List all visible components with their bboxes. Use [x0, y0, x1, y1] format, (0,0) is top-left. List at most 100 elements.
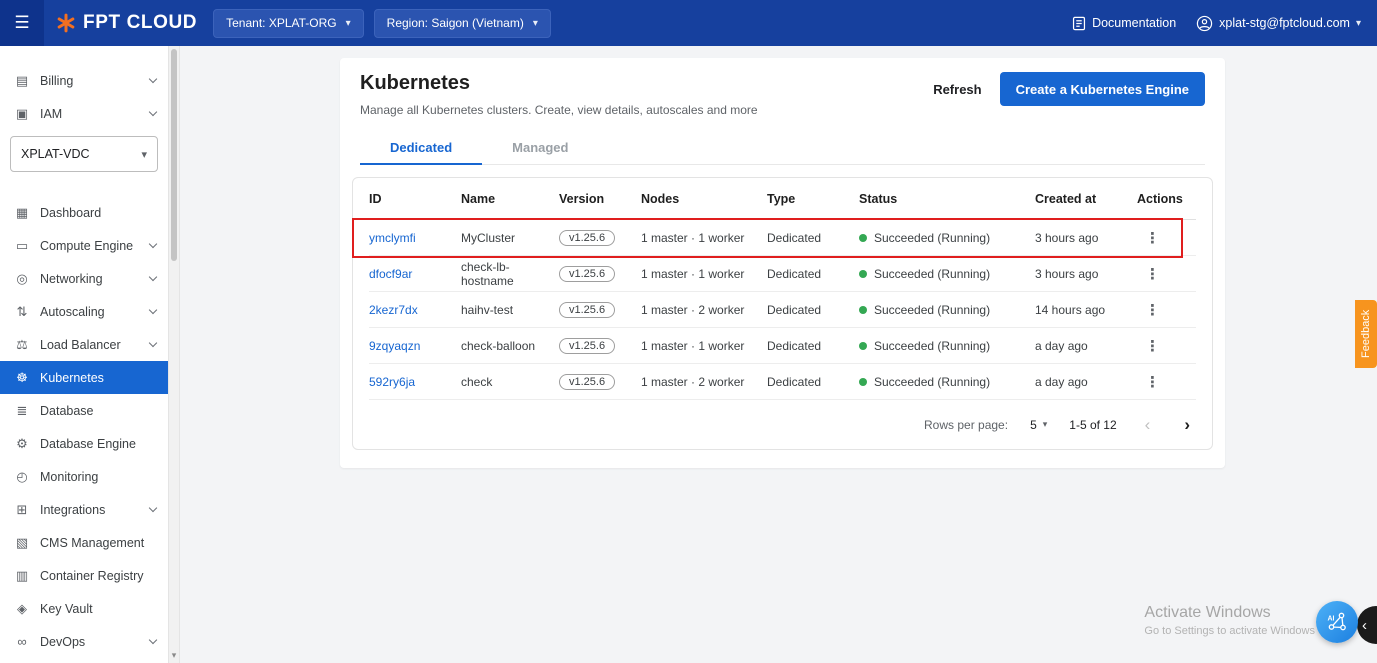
cluster-name: check-lb-hostname — [461, 259, 514, 288]
created-at-cell: 3 hours ago — [1035, 230, 1099, 245]
sidebar-item-key-vault[interactable]: ◈ Key Vault — [0, 592, 168, 625]
scrollbar-thumb[interactable] — [171, 49, 177, 261]
documentation-link[interactable]: Documentation — [1072, 16, 1176, 31]
cluster-id-link[interactable]: dfocf9ar — [369, 267, 461, 281]
type-cell: Dedicated — [767, 302, 822, 317]
row-actions-button[interactable]: ⋮ — [1137, 263, 1168, 285]
scroll-down-button[interactable]: ▾ — [169, 650, 179, 661]
tab-managed[interactable]: Managed — [482, 131, 598, 164]
document-icon — [1072, 16, 1086, 31]
next-page-button[interactable]: › — [1178, 414, 1196, 435]
cluster-id-link[interactable]: 9zqyaqzn — [369, 339, 461, 353]
sidebar-item-dashboard[interactable]: ▦ Dashboard — [0, 196, 168, 229]
page-title: Kubernetes — [360, 72, 471, 94]
clusters-table: ID Name Version Nodes Type Status Create… — [352, 177, 1213, 450]
row-actions-button[interactable]: ⋮ — [1137, 335, 1168, 357]
database-engine-icon: ⚙ — [16, 435, 28, 451]
column-header-status: Status — [859, 191, 898, 206]
tab-dedicated[interactable]: Dedicated — [360, 131, 483, 165]
sidebar-scrollbar[interactable]: ▾ — [168, 46, 180, 663]
chevron-down-icon — [148, 74, 158, 84]
top-bar-right: Documentation xplat-stg@fptcloud.com ▾ — [1072, 15, 1377, 32]
row-actions-button[interactable]: ⋮ — [1137, 371, 1168, 393]
sidebar-item-autoscaling[interactable]: ⇅ Autoscaling — [0, 295, 168, 328]
create-kubernetes-button[interactable]: Create a Kubernetes Engine — [999, 72, 1205, 106]
table-header: ID Name Version Nodes Type Status Create… — [369, 178, 1196, 220]
sidebar-item-container-registry[interactable]: ▥ Container Registry — [0, 559, 168, 592]
feedback-button[interactable]: Feedback — [1355, 300, 1377, 368]
sidebar-item-database-engine[interactable]: ⚙ Database Engine — [0, 427, 168, 460]
chevron-down-icon — [148, 107, 158, 117]
status-text: Succeeded (Running) — [874, 302, 991, 317]
cluster-name: check — [461, 374, 493, 389]
created-at-cell: a day ago — [1035, 338, 1088, 353]
svg-text:AI: AI — [1328, 616, 1335, 623]
sidebar-item-kubernetes[interactable]: ☸ Kubernetes — [0, 361, 168, 394]
fpt-logo-star-icon — [56, 13, 76, 33]
sidebar-item-integrations[interactable]: ⊞ Integrations — [0, 493, 168, 526]
nodes-cell: 1 master · 1 worker — [641, 338, 745, 353]
sidebar-item-iam[interactable]: ▣ IAM — [0, 97, 168, 130]
sidebar-item-cms-management[interactable]: ▧ CMS Management — [0, 526, 168, 559]
tenant-selector[interactable]: Tenant: XPLAT-ORG ▾ — [213, 8, 364, 38]
version-badge: v1.25.6 — [559, 229, 616, 246]
hamburger-icon: ☰ — [14, 13, 30, 32]
created-at-cell: a day ago — [1035, 374, 1088, 389]
cluster-type-tabs: Dedicated Managed — [360, 131, 1205, 165]
container-registry-icon: ▥ — [15, 567, 29, 583]
networking-icon: ◎ — [16, 270, 28, 286]
compute-engine-icon: ▭ — [15, 237, 29, 253]
sidebar-item-database[interactable]: ≣ Database — [0, 394, 168, 427]
vdc-selector[interactable]: XPLAT-VDC ▾ — [10, 136, 158, 172]
sidebar-item-label: Database Engine — [40, 436, 136, 451]
chevron-down-icon — [148, 305, 158, 315]
documentation-label: Documentation — [1092, 16, 1177, 30]
row-actions-button[interactable]: ⋮ — [1137, 299, 1168, 321]
hamburger-menu-button[interactable]: ☰ — [0, 0, 44, 46]
column-header-version: Version — [559, 191, 605, 206]
table-body: ymclymfi MyCluster v1.25.6 1 master · 1 … — [352, 218, 1196, 400]
header-actions: Refresh Create a Kubernetes Engine — [933, 72, 1205, 106]
type-cell: Dedicated — [767, 230, 822, 245]
region-label: Region: Saigon (Vietnam) — [386, 16, 524, 30]
status-dot-icon — [859, 269, 867, 278]
account-menu[interactable]: xplat-stg@fptcloud.com ▾ — [1196, 15, 1361, 32]
sidebar-item-label: Container Registry — [40, 568, 144, 583]
user-icon — [1196, 15, 1213, 32]
sidebar-item-billing[interactable]: ▤ Billing — [0, 64, 168, 97]
cluster-id-link[interactable]: ymclymfi — [369, 231, 461, 245]
status-text: Succeeded (Running) — [874, 266, 991, 281]
autoscaling-icon: ⇅ — [16, 303, 28, 319]
status-dot-icon — [859, 377, 867, 386]
monitoring-icon: ◴ — [16, 468, 28, 484]
watermark-line2: Go to Settings to activate Windows — [1144, 625, 1315, 637]
cluster-id-link[interactable]: 2kezr7dx — [369, 303, 461, 317]
rows-per-page-select[interactable]: 5 ▾ — [1030, 418, 1047, 432]
ai-assistant-button[interactable]: AI — [1316, 601, 1358, 643]
sidebar-item-label: DevOps — [40, 634, 86, 649]
sidebar-item-compute-engine[interactable]: ▭ Compute Engine — [0, 229, 168, 262]
sidebar-item-label: Billing — [40, 73, 74, 88]
chevron-down-icon — [148, 272, 158, 282]
chevron-down-icon — [148, 338, 158, 348]
sidebar-item-devops[interactable]: ∞ DevOps — [0, 625, 168, 658]
sidebar-item-load-balancer[interactable]: ⚖ Load Balancer — [0, 328, 168, 361]
table-row: 2kezr7dx haihv-test v1.25.6 1 master · 2… — [369, 292, 1196, 328]
fpt-cloud-logo[interactable]: FPT CLOUD — [56, 12, 197, 34]
status-text: Succeeded (Running) — [874, 374, 991, 389]
vdc-selector-value: XPLAT-VDC — [21, 147, 90, 161]
status-dot-icon — [859, 305, 867, 314]
cms-management-icon: ▧ — [15, 534, 29, 550]
cluster-id-link[interactable]: 592ry6ja — [369, 375, 461, 389]
refresh-button[interactable]: Refresh — [933, 82, 981, 97]
sidebar-item-networking[interactable]: ◎ Networking — [0, 262, 168, 295]
caret-down-icon: ▾ — [1355, 17, 1361, 29]
sidebar-item-monitoring[interactable]: ◴ Monitoring — [0, 460, 168, 493]
nodes-cell: 1 master · 2 worker — [641, 374, 745, 389]
previous-page-button[interactable]: ‹ — [1139, 414, 1157, 435]
region-selector[interactable]: Region: Saigon (Vietnam) ▾ — [373, 8, 551, 38]
sidebar-item-label: Dashboard — [40, 205, 102, 220]
sidebar-item-label: IAM — [40, 106, 63, 121]
caret-down-icon: ▾ — [532, 17, 538, 29]
row-actions-button[interactable]: ⋮ — [1137, 227, 1168, 249]
